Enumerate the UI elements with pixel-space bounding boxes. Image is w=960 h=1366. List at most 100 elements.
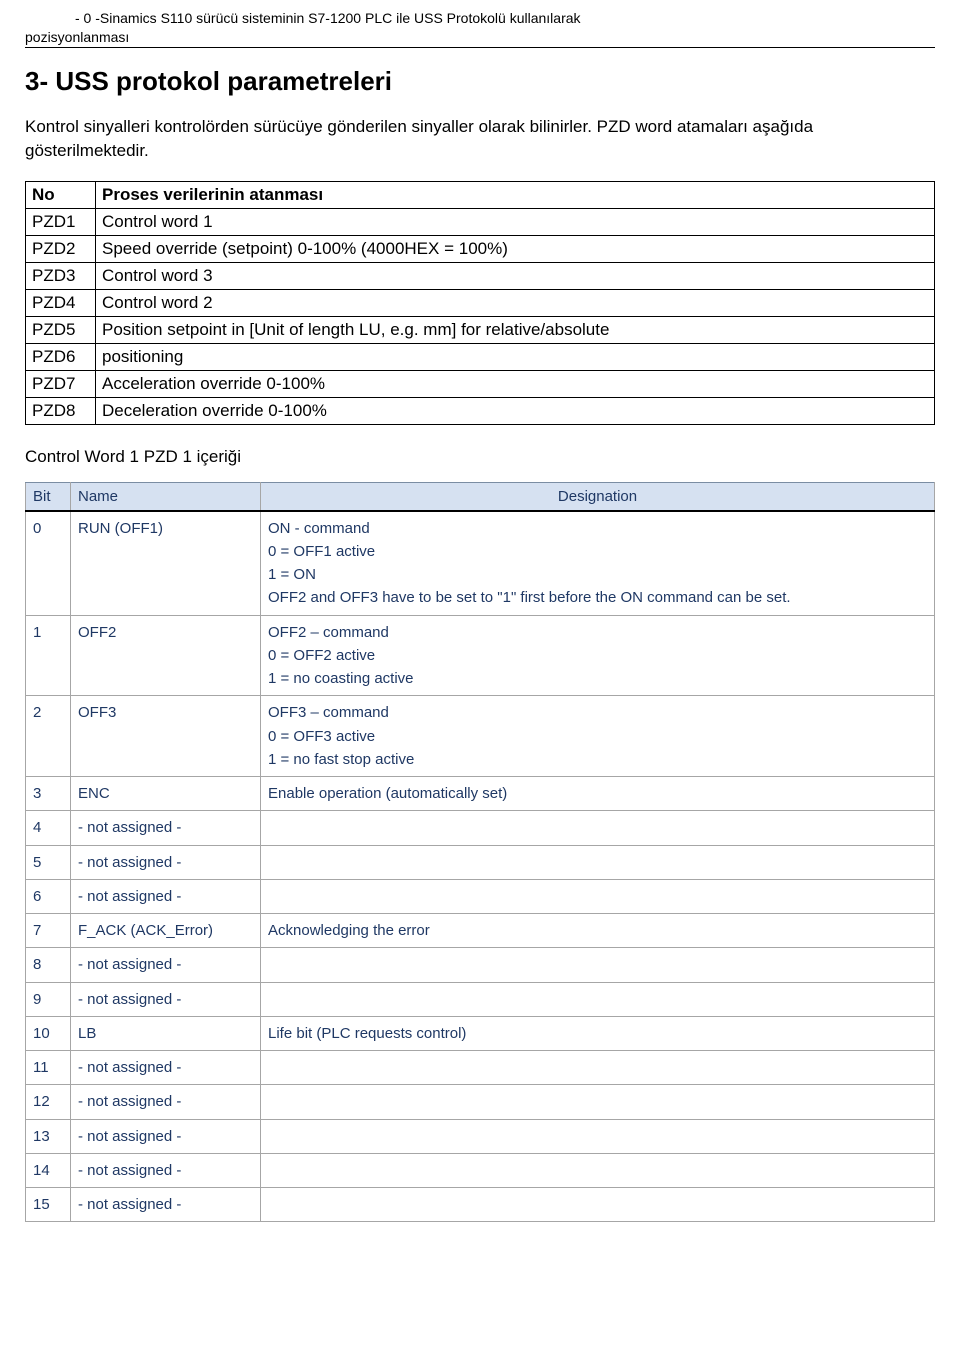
cell-bit: 13 bbox=[26, 1119, 71, 1153]
cell-name: - not assigned - bbox=[71, 1188, 261, 1222]
cell-bit: 0 bbox=[26, 511, 71, 616]
cell-desc: Control word 2 bbox=[96, 289, 935, 316]
cell-desc: Deceleration override 0-100% bbox=[96, 397, 935, 424]
table-row: PZD8Deceleration override 0-100% bbox=[26, 397, 935, 424]
cell-desc: Position setpoint in [Unit of length LU,… bbox=[96, 316, 935, 343]
cell-desc: Speed override (setpoint) 0-100% (4000HE… bbox=[96, 235, 935, 262]
header-designation: Designation bbox=[261, 482, 935, 511]
cell-bit: 15 bbox=[26, 1188, 71, 1222]
header-bit: Bit bbox=[26, 482, 71, 511]
cell-no: PZD8 bbox=[26, 397, 96, 424]
cell-name: RUN (OFF1) bbox=[71, 511, 261, 616]
table-row: 12- not assigned - bbox=[26, 1085, 935, 1119]
cell-bit: 12 bbox=[26, 1085, 71, 1119]
table-row: PZD2Speed override (setpoint) 0-100% (40… bbox=[26, 235, 935, 262]
cell-name: - not assigned - bbox=[71, 879, 261, 913]
cell-desc: Control word 1 bbox=[96, 208, 935, 235]
cell-name: - not assigned - bbox=[71, 845, 261, 879]
section-title: Control Word 1 PZD 1 içeriği bbox=[25, 447, 935, 467]
table-row: 13- not assigned - bbox=[26, 1119, 935, 1153]
table-row: 2OFF3OFF3 – command 0 = OFF3 active 1 = … bbox=[26, 696, 935, 777]
table-row: 14- not assigned - bbox=[26, 1153, 935, 1187]
cell-bit: 11 bbox=[26, 1051, 71, 1085]
cell-bit: 5 bbox=[26, 845, 71, 879]
cell-bit: 14 bbox=[26, 1153, 71, 1187]
cell-bit: 3 bbox=[26, 777, 71, 811]
cell-desc: Control word 3 bbox=[96, 262, 935, 289]
cell-name: - not assigned - bbox=[71, 1119, 261, 1153]
cell-designation bbox=[261, 811, 935, 845]
cell-designation bbox=[261, 1153, 935, 1187]
cell-no: PZD6 bbox=[26, 343, 96, 370]
cell-bit: 2 bbox=[26, 696, 71, 777]
cell-designation: Acknowledging the error bbox=[261, 914, 935, 948]
table-row: 11- not assigned - bbox=[26, 1051, 935, 1085]
table-row: PZD3Control word 3 bbox=[26, 262, 935, 289]
cell-name: OFF3 bbox=[71, 696, 261, 777]
table-row: 1OFF2OFF2 – command 0 = OFF2 active 1 = … bbox=[26, 615, 935, 696]
cell-designation bbox=[261, 1119, 935, 1153]
cell-no: PZD1 bbox=[26, 208, 96, 235]
table-row: PZD1Control word 1 bbox=[26, 208, 935, 235]
cell-name: - not assigned - bbox=[71, 1085, 261, 1119]
header-no: No bbox=[26, 181, 96, 208]
cell-designation bbox=[261, 845, 935, 879]
table-row: 3ENCEnable operation (automatically set) bbox=[26, 777, 935, 811]
cell-bit: 10 bbox=[26, 1016, 71, 1050]
table-row: PZD7Acceleration override 0-100% bbox=[26, 370, 935, 397]
cell-bit: 8 bbox=[26, 948, 71, 982]
cell-no: PZD4 bbox=[26, 289, 96, 316]
cell-name: - not assigned - bbox=[71, 982, 261, 1016]
table-row: 6- not assigned - bbox=[26, 879, 935, 913]
cell-designation bbox=[261, 1051, 935, 1085]
cell-bit: 1 bbox=[26, 615, 71, 696]
cell-name: OFF2 bbox=[71, 615, 261, 696]
pzd-table: No Proses verilerinin atanması PZD1Contr… bbox=[25, 181, 935, 425]
table-header-row: No Proses verilerinin atanması bbox=[26, 181, 935, 208]
table-row: 9- not assigned - bbox=[26, 982, 935, 1016]
header-name: Name bbox=[71, 482, 261, 511]
cell-designation: Enable operation (automatically set) bbox=[261, 777, 935, 811]
cell-bit: 9 bbox=[26, 982, 71, 1016]
table-row: 7F_ACK (ACK_Error)Acknowledging the erro… bbox=[26, 914, 935, 948]
table-row: 4- not assigned - bbox=[26, 811, 935, 845]
cell-bit: 4 bbox=[26, 811, 71, 845]
cell-designation bbox=[261, 1085, 935, 1119]
doc-header-title: - 0 -Sinamics S110 sürücü sisteminin S7-… bbox=[25, 10, 935, 26]
table-row: 8- not assigned - bbox=[26, 948, 935, 982]
cell-name: - not assigned - bbox=[71, 811, 261, 845]
table-row: 10LBLife bit (PLC requests control) bbox=[26, 1016, 935, 1050]
cell-name: - not assigned - bbox=[71, 1051, 261, 1085]
table-row: PZD5Position setpoint in [Unit of length… bbox=[26, 316, 935, 343]
table-row: 15- not assigned - bbox=[26, 1188, 935, 1222]
table-row: 5- not assigned - bbox=[26, 845, 935, 879]
header-desc: Proses verilerinin atanması bbox=[96, 181, 935, 208]
cell-no: PZD5 bbox=[26, 316, 96, 343]
cell-no: PZD7 bbox=[26, 370, 96, 397]
table-row: PZD6positioning bbox=[26, 343, 935, 370]
table-row: PZD4Control word 2 bbox=[26, 289, 935, 316]
cell-designation bbox=[261, 1188, 935, 1222]
cell-designation: OFF3 – command 0 = OFF3 active 1 = no fa… bbox=[261, 696, 935, 777]
header-underline bbox=[25, 47, 935, 48]
cell-no: PZD2 bbox=[26, 235, 96, 262]
cell-name: ENC bbox=[71, 777, 261, 811]
cell-designation bbox=[261, 879, 935, 913]
cell-desc: Acceleration override 0-100% bbox=[96, 370, 935, 397]
cell-designation: ON - command 0 = OFF1 active 1 = ON OFF2… bbox=[261, 511, 935, 616]
cell-bit: 7 bbox=[26, 914, 71, 948]
cell-designation: OFF2 – command 0 = OFF2 active 1 = no co… bbox=[261, 615, 935, 696]
intro-text: Kontrol sinyalleri kontrolörden sürücüye… bbox=[25, 115, 935, 163]
cell-bit: 6 bbox=[26, 879, 71, 913]
cell-designation bbox=[261, 982, 935, 1016]
cell-name: - not assigned - bbox=[71, 948, 261, 982]
table-header-row: Bit Name Designation bbox=[26, 482, 935, 511]
table-row: 0RUN (OFF1)ON - command 0 = OFF1 active … bbox=[26, 511, 935, 616]
cell-desc: positioning bbox=[96, 343, 935, 370]
cell-no: PZD3 bbox=[26, 262, 96, 289]
control-word-1-table: Bit Name Designation 0RUN (OFF1)ON - com… bbox=[25, 482, 935, 1223]
cell-designation: Life bit (PLC requests control) bbox=[261, 1016, 935, 1050]
cell-name: - not assigned - bbox=[71, 1153, 261, 1187]
cell-name: LB bbox=[71, 1016, 261, 1050]
doc-header-subtitle: pozisyonlanması bbox=[25, 29, 935, 45]
